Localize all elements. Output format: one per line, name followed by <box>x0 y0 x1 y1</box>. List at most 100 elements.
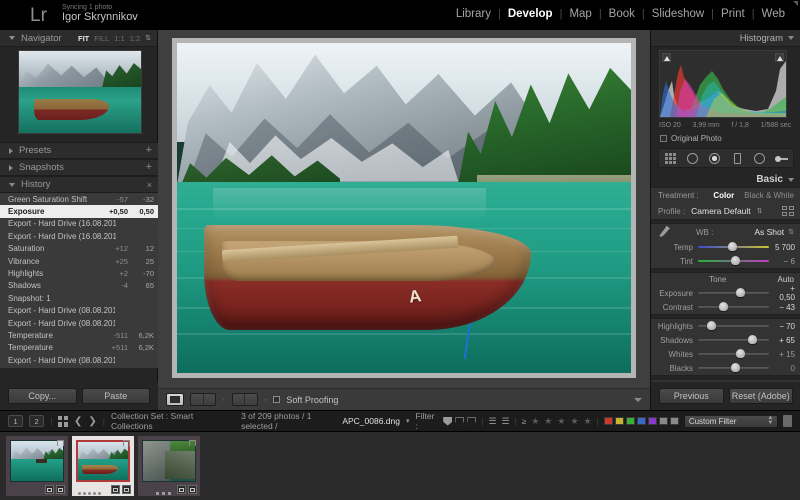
filename-chevron-down-icon[interactable]: ▾ <box>406 417 410 425</box>
paste-button[interactable]: Paste <box>81 388 150 404</box>
module-develop[interactable]: Develop <box>501 8 560 20</box>
history-row[interactable]: Shadows -4 65 <box>0 280 158 292</box>
crop-overlay-icon[interactable] <box>663 151 677 165</box>
grid-view-icon[interactable] <box>58 415 68 427</box>
chevron-right-icon[interactable] <box>9 164 13 171</box>
presets-panel-header[interactable]: Presets + <box>0 142 158 159</box>
zoom-fit[interactable]: FIT <box>78 34 89 43</box>
graduated-filter-icon[interactable] <box>730 151 744 165</box>
history-row[interactable]: Export - Hard Drive (16.08.2018 14:11:09… <box>0 230 158 242</box>
zoom-1-1[interactable]: 1:1 <box>114 34 124 43</box>
chevron-right-icon[interactable] <box>9 147 13 154</box>
temp-slider-track[interactable] <box>698 241 769 253</box>
crop-badge-icon[interactable] <box>122 485 131 494</box>
module-book[interactable]: Book <box>602 8 642 20</box>
history-row[interactable]: Temperature +511 6,2K <box>0 342 158 354</box>
metadata-badge-icon[interactable] <box>177 485 186 494</box>
wb-preset-value[interactable]: As Shot ⇅ <box>754 227 794 237</box>
zoom-1-2[interactable]: 1:2 <box>130 34 140 43</box>
highlights-slider-row[interactable]: Highlights − 70 <box>651 319 800 333</box>
before-after-lr-button[interactable] <box>190 393 216 406</box>
rating-operator-label[interactable]: ≥ <box>522 417 526 426</box>
flag-rejected-icon[interactable] <box>467 416 477 426</box>
exposure-slider-track[interactable] <box>698 287 769 299</box>
contrast-slider-track[interactable] <box>698 301 769 313</box>
filmstrip-thumbnail-selected[interactable] <box>72 436 134 496</box>
rating-star-icon[interactable]: ★ <box>557 416 565 427</box>
before-after-split-button[interactable] <box>231 393 258 406</box>
toolbar-chevron-down-icon[interactable] <box>634 397 642 402</box>
histogram-panel-header[interactable]: Histogram <box>651 30 800 47</box>
zoom-fill[interactable]: FILL <box>94 34 109 43</box>
soft-proofing-label[interactable]: Soft Proofing <box>286 395 338 405</box>
blacks-slider-row[interactable]: Blacks 0 <box>651 361 800 375</box>
module-print[interactable]: Print <box>714 8 752 20</box>
main-photo-preview[interactable]: A <box>177 43 631 373</box>
whites-slider-row[interactable]: Whites + 15 <box>651 347 800 361</box>
soft-proofing-checkbox[interactable] <box>273 396 281 403</box>
basic-panel-header[interactable]: Basic <box>651 172 800 187</box>
adjustment-brush-icon[interactable] <box>775 151 789 165</box>
filter-lock-icon[interactable] <box>783 415 792 427</box>
rating-star-icon[interactable]: ★ <box>584 416 592 427</box>
history-row[interactable]: Saturation +12 12 <box>0 243 158 255</box>
red-eye-correction-icon[interactable] <box>708 151 722 165</box>
rating-star-icon[interactable]: ★ <box>570 416 578 427</box>
shadow-clipping-icon[interactable] <box>662 53 671 62</box>
histogram-graph[interactable] <box>659 50 787 118</box>
navigator-preview-image[interactable] <box>18 50 142 134</box>
current-filename-label[interactable]: APC_0086.dng <box>342 416 400 426</box>
flag-picked-icon[interactable] <box>443 416 453 426</box>
exposure-slider-row[interactable]: Exposure + 0,50 <box>651 284 800 302</box>
thumbnail-rating-stars[interactable] <box>78 492 101 495</box>
filmstrip-thumbnails[interactable] <box>0 432 800 500</box>
screen-2-button[interactable]: 2 <box>29 415 45 427</box>
add-snapshot-icon[interactable]: + <box>146 162 152 173</box>
rating-star-icon[interactable]: ★ <box>544 416 552 427</box>
auto-tone-button[interactable]: Auto <box>778 275 794 284</box>
whites-slider-track[interactable] <box>698 348 769 360</box>
history-row[interactable]: Export - Hard Drive (08.08.2018 0:21:58) <box>0 354 158 366</box>
profile-dropdown-icon[interactable]: ⇅ <box>757 207 763 215</box>
wb-dropdown-icon[interactable]: ⇅ <box>788 228 794 236</box>
custom-filter-chevron-icon[interactable]: ▲ ▼ <box>767 415 773 426</box>
filmstrip-thumbnail[interactable] <box>138 436 200 496</box>
white-balance-eyedropper-icon[interactable] <box>658 224 672 240</box>
treatment-bw-option[interactable]: Black & White <box>744 191 794 200</box>
color-label-none[interactable] <box>658 417 668 425</box>
shadows-slider-row[interactable]: Shadows + 65 <box>651 333 800 347</box>
module-library[interactable]: Library <box>449 8 498 20</box>
chevron-down-icon[interactable] <box>788 36 794 40</box>
filter-sliders-icon[interactable]: ☰ <box>488 416 496 427</box>
radial-filter-icon[interactable] <box>752 151 766 165</box>
history-row[interactable]: Export - Hard Drive (16.08.2018 14:18:00… <box>0 218 158 230</box>
shadows-slider-track[interactable] <box>698 334 769 346</box>
zoom-stepper-icon[interactable]: ⇅ <box>145 34 151 42</box>
loupe-view-button[interactable] <box>166 393 184 406</box>
filter-sort-icon[interactable]: ☰ <box>502 416 510 427</box>
color-label-custom[interactable] <box>669 417 679 425</box>
color-label-green[interactable] <box>625 417 635 425</box>
blacks-slider-track[interactable] <box>698 362 769 374</box>
history-row[interactable]: Temperature -511 6,2K <box>0 329 158 341</box>
color-label-blue[interactable] <box>636 417 646 425</box>
snapshots-panel-header[interactable]: Snapshots + <box>0 159 158 176</box>
navigator-panel-header[interactable]: Navigator FIT FILL 1:1 1:2 ⇅ <box>0 30 157 47</box>
previous-button[interactable]: Previous <box>659 388 724 404</box>
history-list[interactable]: Green Saturation Shift -57 -32 Exposure … <box>0 193 158 368</box>
module-map[interactable]: Map <box>562 8 598 20</box>
highlight-clipping-icon[interactable] <box>775 53 784 62</box>
rating-star-icon[interactable]: ★ <box>531 416 539 427</box>
chevron-down-icon[interactable] <box>9 36 15 40</box>
custom-filter-dropdown[interactable]: Custom Filter ▲ ▼ <box>683 414 779 428</box>
history-row-selected[interactable]: Exposure +0,50 0,50 <box>0 205 158 218</box>
module-slideshow[interactable]: Slideshow <box>645 8 711 20</box>
module-web[interactable]: Web <box>755 8 792 20</box>
metadata-badge-icon[interactable] <box>111 485 120 494</box>
clear-history-icon[interactable]: × <box>147 180 152 190</box>
navigate-back-icon[interactable]: ❮ <box>74 416 82 427</box>
color-label-purple[interactable] <box>647 417 657 425</box>
history-row[interactable]: Green Saturation Shift -57 -32 <box>0 193 158 205</box>
navigate-forward-icon[interactable]: ❯ <box>88 416 96 427</box>
screen-1-button[interactable]: 1 <box>8 415 24 427</box>
